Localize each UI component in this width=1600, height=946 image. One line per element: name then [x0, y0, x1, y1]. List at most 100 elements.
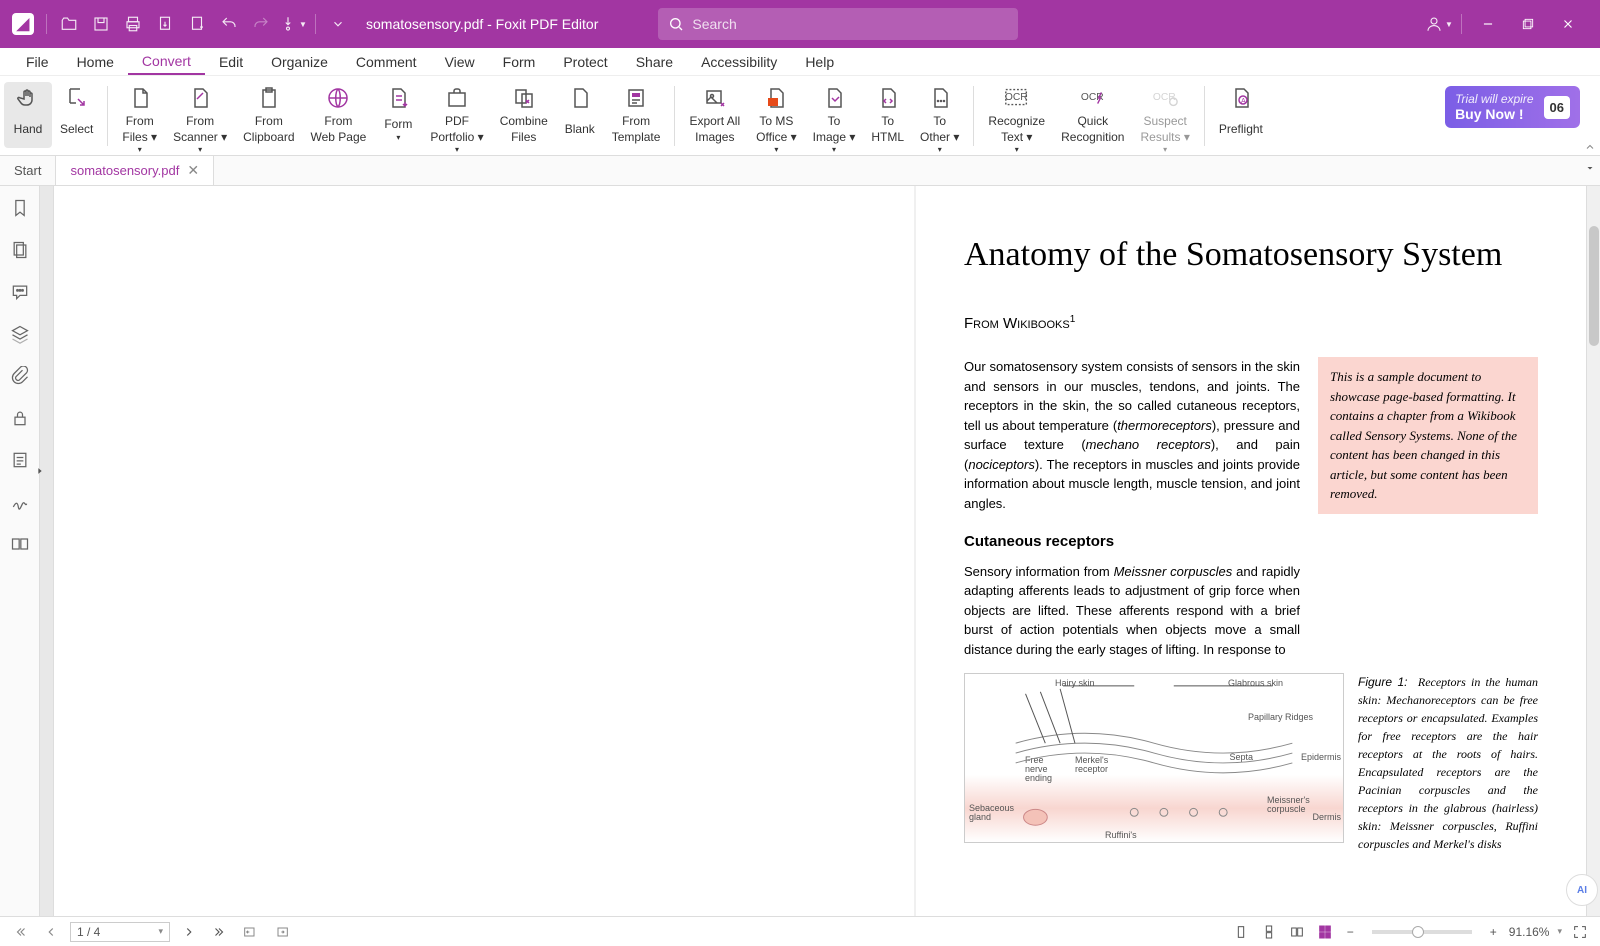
figure-caption: Figure 1: Receptors in the human skin: M…	[1358, 673, 1538, 853]
hand-tool-button[interactable]: Hand	[4, 82, 52, 148]
combine-files-button[interactable]: CombineFiles	[492, 82, 556, 148]
page-input[interactable]: 1 / 4▾	[70, 922, 170, 942]
undo-icon[interactable]	[213, 8, 245, 40]
menu-form[interactable]: Form	[489, 50, 550, 74]
to-html-icon	[874, 84, 902, 112]
next-view-button[interactable]	[270, 922, 294, 942]
comments-panel-icon[interactable]	[8, 280, 32, 304]
expand-rail-icon[interactable]	[35, 466, 45, 476]
menu-file[interactable]: File	[12, 50, 63, 74]
from-scanner-button[interactable]: FromScanner ▾ ▾	[165, 82, 235, 158]
continuous-view-button[interactable]	[1259, 922, 1279, 942]
search-input[interactable]	[692, 16, 1008, 32]
form-button[interactable]: Form ▾	[374, 82, 422, 148]
to-image-button[interactable]: ToImage ▾ ▾	[805, 82, 864, 158]
redo-icon[interactable]	[245, 8, 277, 40]
export-all-images-button[interactable]: Export AllImages	[681, 82, 748, 148]
bookmarks-icon[interactable]	[8, 196, 32, 220]
to-ms-office-button[interactable]: To MSOffice ▾ ▾	[748, 82, 804, 158]
form-icon	[384, 84, 412, 112]
search-box[interactable]	[658, 8, 1018, 40]
zoom-out-button[interactable]: −	[1343, 923, 1358, 941]
minimize-button[interactable]	[1468, 8, 1508, 40]
zoom-level[interactable]: 91.16%	[1509, 925, 1550, 939]
zoom-slider[interactable]	[1372, 930, 1472, 934]
doc-down-icon[interactable]	[149, 8, 181, 40]
maximize-button[interactable]	[1508, 8, 1548, 40]
select-tool-button[interactable]: Select	[52, 82, 101, 148]
signatures-panel-icon[interactable]	[8, 490, 32, 514]
save-icon[interactable]	[85, 8, 117, 40]
zoom-in-button[interactable]: +	[1486, 923, 1501, 941]
app-logo-icon: ◢	[12, 13, 34, 35]
ai-assistant-icon[interactable]: AI	[1566, 874, 1598, 906]
print-icon[interactable]	[117, 8, 149, 40]
vertical-scrollbar[interactable]	[1586, 186, 1600, 916]
scanner-icon	[186, 84, 214, 112]
user-icon[interactable]: ▼	[1423, 8, 1455, 40]
menu-accessibility[interactable]: Accessibility	[687, 50, 791, 74]
compare-panel-icon[interactable]	[8, 532, 32, 556]
preflight-button[interactable]: APreflight	[1211, 82, 1271, 148]
main-area: Anatomy of the Somatosensory System From…	[0, 186, 1600, 916]
menu-convert[interactable]: Convert	[128, 49, 205, 75]
zoom-slider-knob[interactable]	[1412, 926, 1424, 938]
to-html-button[interactable]: ToHTML	[863, 82, 912, 148]
prev-view-button[interactable]	[238, 922, 262, 942]
pdf-portfolio-button[interactable]: PDFPortfolio ▾ ▾	[422, 82, 491, 158]
from-clipboard-button[interactable]: FromClipboard	[235, 82, 302, 148]
single-page-view-button[interactable]	[1231, 922, 1251, 942]
close-tab-icon[interactable]: ✕	[187, 162, 199, 179]
fullscreen-button[interactable]	[1570, 922, 1590, 942]
close-button[interactable]	[1548, 8, 1588, 40]
from-webpage-button[interactable]: FromWeb Page	[303, 82, 375, 148]
svg-text:OCR: OCR	[1005, 92, 1028, 103]
doc-paragraph-1: Our somatosensory system consists of sen…	[964, 357, 1300, 513]
recognize-text-button[interactable]: OCRRecognizeText ▾ ▾	[980, 82, 1053, 158]
doc-add-icon[interactable]	[181, 8, 213, 40]
pages-panel-icon[interactable]	[8, 238, 32, 262]
next-page-button[interactable]	[178, 923, 200, 941]
figure-image: Hairy skin Glabrous skin Papillary Ridge…	[964, 673, 1344, 843]
attachments-panel-icon[interactable]	[8, 364, 32, 388]
continuous-facing-view-button[interactable]	[1315, 922, 1335, 942]
menu-protect[interactable]: Protect	[549, 50, 621, 74]
facing-view-button[interactable]	[1287, 922, 1307, 942]
menu-view[interactable]: View	[431, 50, 489, 74]
tab-overflow-icon[interactable]	[1584, 162, 1596, 174]
file-icon	[126, 84, 154, 112]
security-panel-icon[interactable]	[8, 406, 32, 430]
menu-edit[interactable]: Edit	[205, 50, 257, 74]
suspect-results-button: OCRSuspectResults ▾ ▾	[1132, 82, 1197, 158]
from-template-button[interactable]: FromTemplate	[604, 82, 669, 148]
select-icon	[63, 84, 91, 112]
qat-dropdown-icon[interactable]	[322, 8, 354, 40]
collapse-ribbon-icon[interactable]	[1584, 141, 1596, 153]
menu-share[interactable]: Share	[622, 50, 687, 74]
left-nav-rail	[0, 186, 40, 916]
quick-recognition-button[interactable]: OCRQuickRecognition	[1053, 82, 1132, 148]
fields-panel-icon[interactable]	[8, 448, 32, 472]
tab-start[interactable]: Start	[0, 156, 56, 185]
trial-badge[interactable]: Trial will expire Buy Now ! 06	[1445, 86, 1580, 128]
open-icon[interactable]	[53, 8, 85, 40]
layers-panel-icon[interactable]	[8, 322, 32, 346]
blank-button[interactable]: Blank	[556, 82, 604, 148]
last-page-button[interactable]	[208, 923, 230, 941]
menu-home[interactable]: Home	[63, 50, 128, 74]
ms-office-icon	[762, 84, 790, 112]
prev-page-button[interactable]	[40, 923, 62, 941]
suspect-icon: OCR	[1151, 84, 1179, 112]
scrollbar-thumb[interactable]	[1589, 226, 1599, 346]
first-page-button[interactable]	[10, 923, 32, 941]
tool-dropdown-icon[interactable]: ▼	[277, 8, 309, 40]
document-viewport[interactable]: Anatomy of the Somatosensory System From…	[54, 186, 1586, 916]
menu-comment[interactable]: Comment	[342, 50, 431, 74]
from-files-button[interactable]: FromFiles ▾ ▾	[114, 82, 165, 158]
preflight-icon: A	[1227, 84, 1255, 112]
globe-icon	[324, 84, 352, 112]
tab-document[interactable]: somatosensory.pdf✕	[56, 156, 214, 185]
menu-organize[interactable]: Organize	[257, 50, 342, 74]
to-other-button[interactable]: ToOther ▾ ▾	[912, 82, 967, 158]
menu-help[interactable]: Help	[791, 50, 848, 74]
